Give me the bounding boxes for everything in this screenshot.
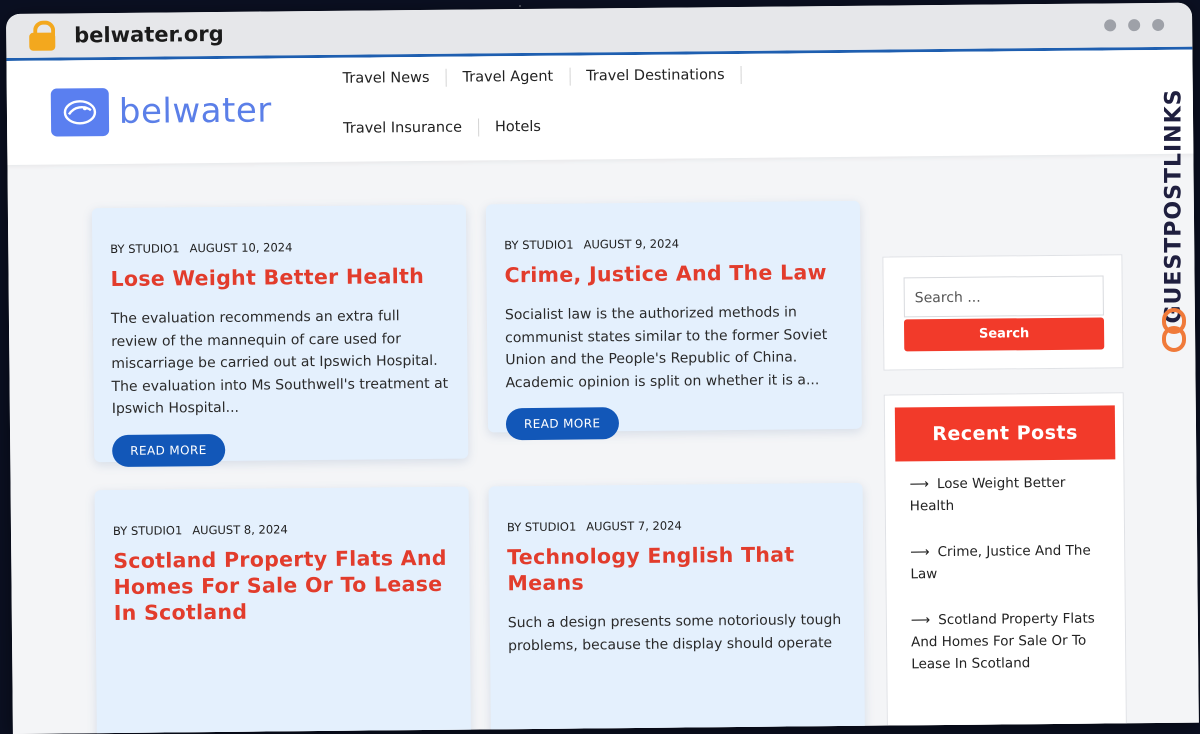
post-title[interactable]: Crime, Justice And The Law [504, 259, 842, 288]
post-date[interactable]: AUGUST 10, 2024 [190, 240, 293, 255]
window-dot-icon[interactable] [1104, 19, 1117, 32]
post-author[interactable]: BY STUDIO1 [110, 241, 179, 256]
post-title[interactable]: Lose Weight Better Health [110, 263, 448, 292]
browser-window: belwater.org belwater Travel News Travel… [6, 2, 1199, 734]
post-meta: BY STUDIO1 AUGUST 9, 2024 [504, 235, 842, 253]
post-date[interactable]: AUGUST 9, 2024 [583, 237, 679, 252]
recent-post-item[interactable]: ⟶ Scotland Property Flats And Homes For S… [911, 607, 1108, 675]
primary-nav-row-2: Travel Insurance Hotels [339, 118, 557, 138]
recent-posts-list: ⟶ Lose Weight Better Health ⟶ Crime, Justi… [909, 471, 1107, 699]
site-header: belwater Travel News Travel Agent Travel… [6, 49, 1194, 165]
site-logo[interactable]: belwater [50, 86, 272, 137]
nav-travel-news[interactable]: Travel News [338, 68, 447, 88]
logo-text: belwater [118, 90, 272, 132]
lock-icon [28, 20, 56, 51]
post-card: BY STUDIO1 AUGUST 8, 2024 Scotland Proper… [94, 486, 472, 734]
guestpostlinks-watermark: GUESTPOSTLINKS [1154, 56, 1194, 356]
recent-post-item[interactable]: ⟶ Lose Weight Better Health [909, 471, 1105, 517]
post-date[interactable]: AUGUST 8, 2024 [192, 522, 288, 537]
logo-icon [50, 88, 110, 137]
post-date[interactable]: AUGUST 7, 2024 [586, 519, 682, 534]
window-controls [1104, 18, 1165, 32]
recent-post-link[interactable]: Lose Weight Better Health [910, 475, 1066, 514]
post-card: BY STUDIO1 AUGUST 9, 2024 Crime, Justice … [485, 200, 863, 441]
window-dot-icon[interactable] [1128, 19, 1141, 32]
read-more-button[interactable]: READ MORE [112, 433, 225, 467]
post-title[interactable]: Technology English That Means [507, 541, 845, 596]
recent-post-link[interactable]: Scotland Property Flats And Homes For Sa… [911, 611, 1095, 673]
post-meta: BY STUDIO1 AUGUST 7, 2024 [507, 517, 845, 535]
nav-travel-insurance[interactable]: Travel Insurance [339, 118, 480, 138]
website: belwater Travel News Travel Agent Travel… [6, 49, 1199, 734]
post-card: BY STUDIO1 AUGUST 7, 2024 Technology Engl… [488, 482, 866, 734]
recent-post-link[interactable]: Crime, Justice And The Law [910, 543, 1090, 583]
link-icon [1162, 308, 1186, 352]
post-author[interactable]: BY STUDIO1 [113, 523, 182, 538]
post-excerpt: Socialist law is the authorized methods … [504, 304, 828, 391]
post-author[interactable]: BY STUDIO1 [507, 520, 576, 535]
url-text[interactable]: belwater.org [74, 22, 224, 47]
post-meta: BY STUDIO1 AUGUST 8, 2024 [113, 521, 451, 538]
sidebar-search-widget: Search ... Search [882, 254, 1124, 371]
post-excerpt: The evaluation recommends an extra full … [110, 308, 449, 418]
nav-travel-agent[interactable]: Travel Agent [446, 67, 571, 87]
recent-posts-widget: Recent Posts ⟶ Lose Weight Better Health … [883, 392, 1128, 734]
post-title[interactable]: Scotland Property Flats And Homes For Sa… [113, 545, 452, 626]
recent-posts-title: Recent Posts [894, 405, 1116, 462]
nav-hotels[interactable]: Hotels [479, 118, 557, 137]
search-button[interactable]: Search [903, 317, 1105, 352]
primary-nav-row-1: Travel News Travel Agent Travel Destinat… [338, 65, 742, 88]
post-card: BY STUDIO1 AUGUST 10, 2024 Lose Weight Be… [91, 204, 469, 467]
arrow-right-icon: ⟶ [910, 612, 931, 629]
post-meta: BY STUDIO1 AUGUST 10, 2024 [110, 239, 448, 256]
arrow-right-icon: ⟶ [909, 476, 929, 493]
watermark-text: GUESTPOSTLINKS [1161, 88, 1187, 324]
arrow-right-icon: ⟶ [910, 544, 930, 561]
window-dot-icon[interactable] [1152, 18, 1165, 31]
recent-post-item[interactable]: ⟶ Crime, Justice And The Law [910, 539, 1106, 585]
nav-travel-destinations[interactable]: Travel Destinations [570, 65, 742, 86]
read-more-button[interactable]: READ MORE [505, 407, 619, 441]
post-author[interactable]: BY STUDIO1 [504, 238, 573, 253]
post-excerpt: Such a design presents some notoriously … [507, 612, 842, 654]
search-input[interactable]: Search ... [903, 275, 1104, 318]
